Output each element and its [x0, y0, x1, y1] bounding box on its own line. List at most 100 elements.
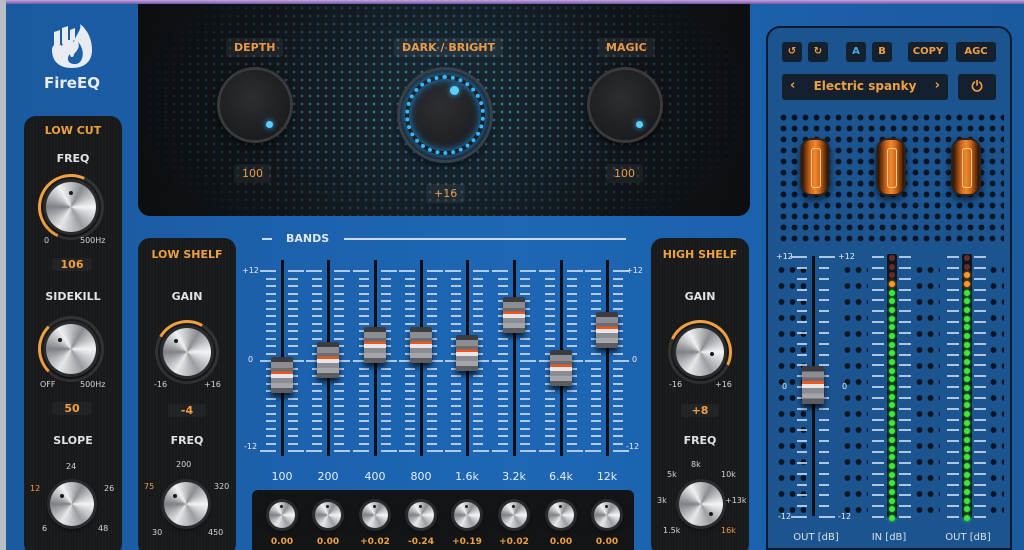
fader-tick	[260, 450, 276, 452]
band-fader-cap[interactable]	[456, 334, 478, 371]
low-shelf-freq-450[interactable]: 450	[208, 528, 223, 537]
fader-tick	[545, 420, 555, 422]
fader-tick	[520, 382, 530, 385]
fader-tick	[288, 427, 298, 430]
high-shelf-freq-knob[interactable]	[679, 482, 723, 526]
slope-knob[interactable]	[50, 482, 94, 526]
high-shelf-freq-13k[interactable]: +13k	[725, 496, 747, 505]
fader-tick	[819, 266, 829, 269]
band-fader-cap[interactable]	[503, 297, 525, 333]
low-shelf-gain-value[interactable]: -4	[168, 404, 206, 417]
sidekill-value[interactable]: 50	[52, 402, 92, 415]
high-shelf-freq-10k[interactable]: 10k	[721, 470, 736, 479]
fader-tick	[451, 277, 461, 280]
band-q-value[interactable]: 0.00	[308, 537, 348, 547]
fader-tick	[288, 412, 298, 415]
low-shelf-freq-30[interactable]: 30	[152, 528, 162, 537]
slope-option-48[interactable]: 48	[98, 524, 108, 533]
band-q-knob[interactable]	[454, 502, 480, 528]
compare-a-button[interactable]: A	[846, 42, 866, 62]
band-fader-cap[interactable]	[410, 327, 432, 363]
low-shelf-freq-75[interactable]: 75	[144, 482, 154, 491]
fader-tick	[545, 435, 555, 437]
low-shelf-gain-knob[interactable]	[163, 328, 211, 376]
high-shelf-gain-value[interactable]: +8	[681, 404, 719, 417]
meter-tick	[872, 353, 884, 356]
band-q-knob[interactable]	[548, 502, 574, 528]
fader-tick	[498, 382, 508, 385]
slope-option-6[interactable]: 6	[42, 524, 47, 533]
slope-option-26[interactable]: 26	[104, 484, 114, 493]
band-q-value[interactable]: +0.02	[355, 537, 395, 547]
depth-value[interactable]: 100	[234, 164, 271, 183]
sidekill-knob[interactable]	[46, 324, 96, 374]
preset-selector[interactable]: ‹ Electric spanky ›	[782, 74, 948, 100]
fader-tick	[381, 300, 391, 302]
fader-tick	[473, 285, 483, 287]
fader-tick	[498, 367, 508, 370]
band-q-value[interactable]: 0.00	[541, 537, 581, 547]
fader-tick	[613, 450, 629, 452]
low-shelf-freq-200[interactable]: 200	[176, 460, 191, 469]
compare-b-button[interactable]: B	[872, 42, 892, 62]
band-q-knob[interactable]	[501, 502, 527, 528]
low-cut-freq-value[interactable]: 106	[52, 258, 92, 271]
band-fader-cap[interactable]	[271, 357, 293, 393]
agc-button[interactable]: AGC	[956, 42, 996, 62]
band-q-knob[interactable]	[408, 502, 434, 528]
dark-bright-value[interactable]: +16	[426, 184, 466, 203]
meter-tick	[872, 386, 884, 388]
band-freq-label: 100	[271, 470, 293, 483]
band-fader-cap[interactable]	[596, 312, 618, 348]
band-q-value[interactable]: +0.02	[494, 537, 534, 547]
band-fader-track[interactable]	[606, 260, 609, 456]
band-fader-cap[interactable]	[364, 327, 386, 363]
preset-next-button[interactable]: ›	[935, 78, 940, 93]
depth-knob[interactable]	[220, 70, 290, 140]
redo-button[interactable]: ↻	[808, 42, 828, 62]
slope-option-12[interactable]: 12	[30, 484, 40, 493]
fader-tick	[473, 405, 483, 407]
magic-value[interactable]: 100	[606, 164, 643, 183]
high-shelf-freq-8k[interactable]: 8k	[691, 460, 701, 469]
output-fader-cap[interactable]	[802, 366, 824, 404]
slope-option-24[interactable]: 24	[66, 462, 76, 471]
fader-tick	[312, 420, 322, 422]
high-shelf-gain-knob[interactable]	[676, 328, 724, 376]
high-shelf-freq-3k[interactable]: 3k	[657, 496, 667, 505]
fader-tick	[312, 307, 322, 310]
out-scale-bottom-left: -12	[778, 512, 792, 521]
fader-tick	[405, 277, 415, 280]
band-q-knob[interactable]	[594, 502, 620, 528]
low-shelf-freq-knob[interactable]	[164, 482, 208, 526]
band-q-knob[interactable]	[315, 502, 341, 528]
fader-tick	[288, 442, 298, 445]
grille-right	[988, 262, 1004, 522]
band-q-value[interactable]: -0.24	[401, 537, 441, 547]
band-q-value[interactable]: 0.00	[587, 537, 627, 547]
band-q-value[interactable]: +0.19	[447, 537, 487, 547]
fader-tick	[819, 299, 829, 302]
band-q-knob[interactable]	[269, 502, 295, 528]
magic-knob[interactable]	[590, 70, 660, 140]
undo-button[interactable]: ↺	[782, 42, 802, 62]
high-shelf-freq-16k[interactable]: 16k	[721, 526, 736, 535]
band-fader-cap[interactable]	[550, 349, 572, 386]
low-cut-freq-knob[interactable]	[46, 182, 96, 232]
low-shelf-freq-320[interactable]: 320	[214, 482, 229, 491]
power-button[interactable]: ⏻	[958, 74, 996, 100]
high-shelf-freq-1-5k[interactable]: 1.5k	[663, 526, 680, 535]
fader-tick	[567, 292, 577, 295]
band-fader-cap[interactable]	[317, 342, 339, 378]
band-q-knob[interactable]	[362, 502, 388, 528]
fader-tick	[405, 442, 415, 445]
high-shelf-freq-label: FREQ	[683, 434, 717, 447]
dark-bright-knob[interactable]	[400, 70, 490, 160]
high-shelf-freq-5k[interactable]: 5k	[667, 470, 677, 479]
band-fader-track[interactable]	[513, 260, 516, 456]
out-meter-led	[964, 497, 970, 504]
band-q-value[interactable]: 0.00	[262, 537, 302, 547]
fader-tick	[451, 375, 461, 377]
copy-button[interactable]: COPY	[908, 42, 948, 62]
meter-tick	[899, 407, 911, 410]
